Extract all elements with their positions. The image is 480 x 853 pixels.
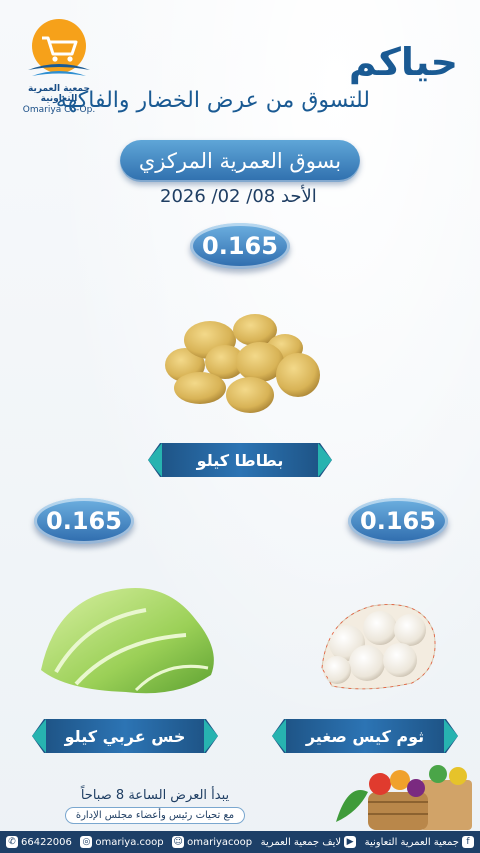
facebook-page: جمعية العمرية التعاونية: [364, 836, 459, 848]
lettuce-image: [36, 580, 226, 704]
footer-whatsapp[interactable]: ✆ 66422006: [6, 836, 72, 848]
offer-info: يبدأ العرض الساعة 8 صباحاً مع تحيات رئيس…: [40, 788, 270, 824]
market-name-pill: بسوق العمرية المركزي: [120, 140, 360, 182]
label-lettuce: خس عربي كيلو: [32, 719, 218, 753]
facebook-icon: f: [461, 836, 474, 848]
youtube-channel: لايف جمعية العمرية: [260, 836, 342, 848]
label-potatoes: بطاطا كيلو: [148, 443, 332, 477]
youtube-icon: ▶: [344, 836, 357, 848]
potatoes-image: [160, 310, 330, 424]
instagram-icon: ◎: [80, 836, 93, 848]
footer-youtube[interactable]: لايف جمعية العمرية ▶: [260, 836, 357, 848]
board-greeting: مع تحيات رئيس وأعضاء مجلس الإدارة: [64, 807, 246, 824]
welcome-heading: حياكم: [348, 40, 458, 84]
price-badge-garlic: 0.165: [348, 498, 448, 544]
instagram-handle: omariya.coop: [95, 836, 164, 848]
price-badge-potatoes: 0.165: [190, 223, 290, 269]
footer-instagram[interactable]: ◎ omariya.coop: [80, 836, 164, 848]
footer-snapchat[interactable]: ☺ omariyacoop: [172, 836, 252, 848]
whatsapp-number: 66422006: [21, 836, 72, 848]
snapchat-handle: omariyacoop: [187, 836, 253, 848]
price-badge-lettuce: 0.165: [34, 498, 134, 544]
offer-start-time: يبدأ العرض الساعة 8 صباحاً: [80, 788, 230, 803]
garlic-bag-image: [312, 598, 442, 697]
offer-date: الأحد 08/ 02/ 2026: [160, 186, 317, 207]
snapchat-icon: ☺: [172, 836, 185, 848]
whatsapp-icon: ✆: [6, 836, 18, 848]
footer-facebook[interactable]: جمعية العمرية التعاونية f: [365, 836, 474, 848]
cart-logo-icon: [28, 19, 90, 76]
label-garlic: ثوم كيس صغير: [272, 719, 458, 753]
offer-subtitle: للتسوق من عرض الخضار والفاكهة: [55, 88, 370, 113]
footer-bar: ✆ 66422006 ◎ omariya.coop ☺ omariyacoop …: [0, 831, 480, 853]
vegetable-basket-image: [328, 762, 478, 836]
